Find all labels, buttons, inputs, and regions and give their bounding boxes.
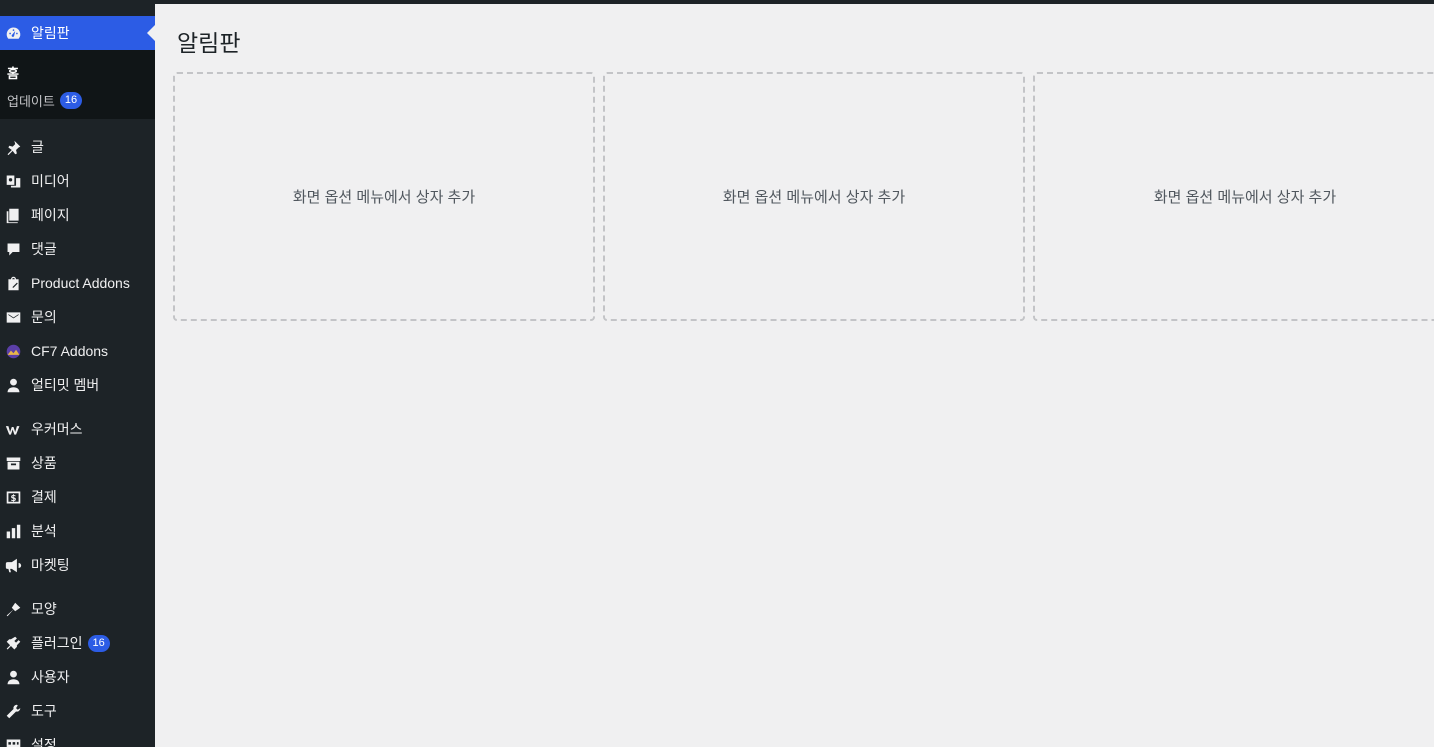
chart-bar-icon bbox=[4, 522, 22, 540]
sidebar-item-woocommerce[interactable]: 우커머스 bbox=[0, 412, 155, 446]
sidebar-item-appearance[interactable]: 모양 bbox=[0, 592, 155, 626]
submenu-item-home[interactable]: 홈 bbox=[0, 58, 155, 86]
page-icon bbox=[4, 206, 22, 224]
sidebar-item-settings[interactable]: 설정 bbox=[0, 728, 155, 747]
sidebar-item-contact[interactable]: 문의 bbox=[0, 300, 155, 334]
dashboard-icon bbox=[4, 24, 22, 42]
update-count-badge: 16 bbox=[59, 91, 83, 109]
plugin-icon bbox=[4, 634, 22, 652]
user-icon bbox=[4, 668, 22, 686]
sidebar-item-label: 문의 bbox=[31, 309, 57, 325]
sidebar-item-dashboard[interactable]: 알림판 bbox=[0, 16, 155, 50]
wrench-icon bbox=[4, 702, 22, 720]
sidebar-item-label: 마켓팅 bbox=[31, 557, 70, 573]
dashboard-widget-dropzone[interactable]: 화면 옵션 메뉴에서 상자 추가 bbox=[603, 72, 1025, 321]
sidebar-item-label: 페이지 bbox=[31, 207, 70, 223]
sidebar-item-label: 얼티밋 멤버 bbox=[31, 377, 100, 393]
dashboard-widget-dropzone[interactable]: 화면 옵션 메뉴에서 상자 추가 bbox=[173, 72, 595, 321]
sidebar-item-label: 설정 bbox=[31, 737, 57, 747]
sidebar-item-ultimate-member[interactable]: 얼티밋 멤버 bbox=[0, 368, 155, 402]
dropzone-hint: 화면 옵션 메뉴에서 상자 추가 bbox=[292, 189, 476, 206]
sidebar-item-products[interactable]: 상품 bbox=[0, 446, 155, 480]
media-icon bbox=[4, 172, 22, 190]
sidebar-item-label: 상품 bbox=[31, 455, 57, 471]
sidebar-item-label: 사용자 bbox=[31, 669, 70, 685]
sidebar-item-label: 미디어 bbox=[31, 173, 70, 189]
sidebar-item-posts[interactable]: 글 bbox=[0, 130, 155, 164]
sidebar-item-label: 알림판 bbox=[31, 25, 70, 41]
sidebar-item-payments[interactable]: $ 결제 bbox=[0, 480, 155, 514]
dropzone-hint: 화면 옵션 메뉴에서 상자 추가 bbox=[1153, 189, 1337, 206]
mail-icon bbox=[4, 308, 22, 326]
sidebar-item-label: CF7 Addons bbox=[31, 343, 109, 359]
sidebar-item-label: 댓글 bbox=[31, 241, 57, 257]
plugin-update-badge: 16 bbox=[87, 634, 110, 652]
comment-icon bbox=[4, 240, 22, 258]
sidebar-item-plugins[interactable]: 플러그인 16 bbox=[0, 626, 155, 660]
pin-icon bbox=[4, 138, 22, 156]
page-title: 알림판 bbox=[177, 30, 241, 56]
sidebar-item-media[interactable]: 미디어 bbox=[0, 164, 155, 198]
payment-icon: $ bbox=[4, 488, 22, 506]
menu-separator bbox=[0, 582, 155, 592]
sidebar-item-label: 도구 bbox=[31, 703, 57, 719]
archive-icon bbox=[4, 454, 22, 472]
user-icon bbox=[4, 376, 22, 394]
dashboard-widget-dropzone[interactable]: 화면 옵션 메뉴에서 상자 추가 bbox=[1033, 72, 1434, 321]
sidebar-item-label: 결제 bbox=[31, 489, 57, 505]
sidebar-item-label: 분석 bbox=[31, 523, 57, 539]
woocommerce-icon bbox=[4, 420, 22, 438]
dropzone-hint: 화면 옵션 메뉴에서 상자 추가 bbox=[722, 189, 906, 206]
menu-separator bbox=[0, 402, 155, 412]
dashboard-submenu: 홈 업데이트 16 bbox=[0, 50, 155, 119]
sidebar-item-label: Product Addons bbox=[31, 275, 130, 291]
megaphone-icon bbox=[4, 556, 22, 574]
submenu-item-updates[interactable]: 업데이트 16 bbox=[0, 86, 155, 114]
sidebar-item-label: 글 bbox=[31, 139, 44, 155]
settings-icon bbox=[4, 736, 22, 747]
sidebar-item-comments[interactable]: 댓글 bbox=[0, 232, 155, 266]
submenu-item-label: 업데이트 bbox=[7, 93, 55, 109]
sidebar-item-label: 플러그인 bbox=[31, 635, 83, 651]
sidebar-item-marketing[interactable]: 마켓팅 bbox=[0, 548, 155, 582]
sidebar-item-cf7-addons[interactable]: CF7 Addons bbox=[0, 334, 155, 368]
product-addons-icon bbox=[4, 274, 22, 292]
admin-sidebar: 알림판 홈 업데이트 16 글 미디어 페이지 댓글 Product Addon… bbox=[0, 0, 155, 747]
sidebar-item-label: 우커머스 bbox=[31, 421, 83, 437]
submenu-item-label: 홈 bbox=[7, 65, 19, 81]
sidebar-item-pages[interactable]: 페이지 bbox=[0, 198, 155, 232]
sidebar-item-tools[interactable]: 도구 bbox=[0, 694, 155, 728]
sidebar-item-product-addons[interactable]: Product Addons bbox=[0, 266, 155, 300]
cf7-addons-icon bbox=[4, 342, 22, 360]
sidebar-item-analytics[interactable]: 분석 bbox=[0, 514, 155, 548]
appearance-icon bbox=[4, 600, 22, 618]
sidebar-item-users[interactable]: 사용자 bbox=[0, 660, 155, 694]
svg-text:$: $ bbox=[10, 493, 16, 503]
sidebar-item-label: 모양 bbox=[31, 601, 57, 617]
dashboard-content: 알림판 화면 옵션 메뉴에서 상자 추가 화면 옵션 메뉴에서 상자 추가 화면… bbox=[155, 4, 1434, 747]
sidebar-menu-list: 글 미디어 페이지 댓글 Product Addons 문의 CF7 Addon… bbox=[0, 130, 155, 747]
